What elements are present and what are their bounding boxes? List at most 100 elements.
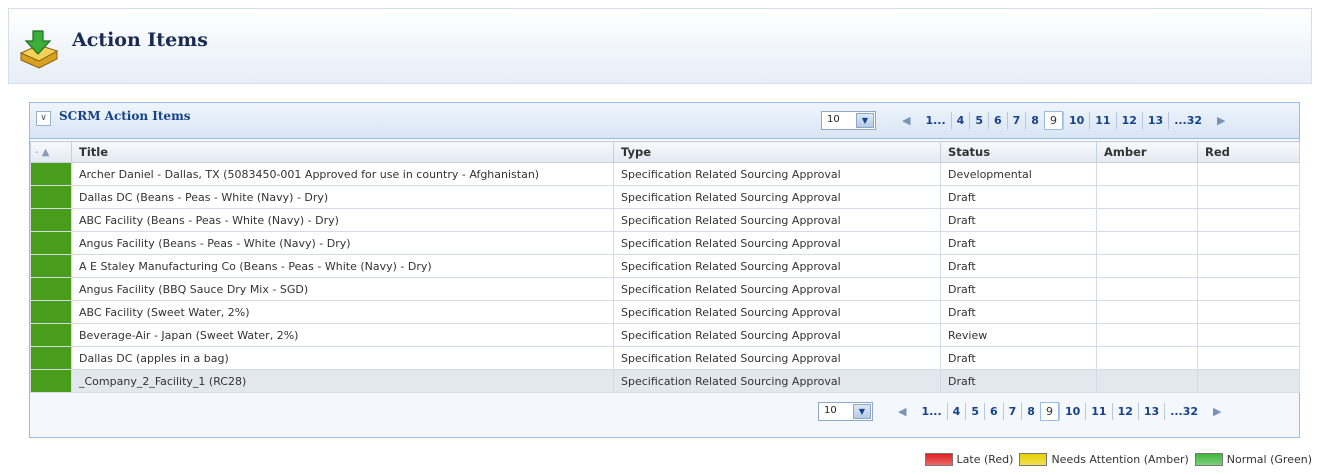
cell-title[interactable]: ABC Facility (Sweet Water, 2%): [71, 300, 614, 324]
table-row[interactable]: ABC Facility (Beans - Peas - White (Navy…: [30, 208, 1300, 232]
table-row[interactable]: Dallas DC (apples in a bag) Specification…: [30, 346, 1300, 370]
page-link[interactable]: 6: [983, 403, 1003, 420]
page-link[interactable]: 7: [1006, 112, 1026, 129]
page-link[interactable]: ...32: [1168, 112, 1207, 129]
cell-amber: [1096, 254, 1198, 278]
chevron-down-icon[interactable]: ▼: [853, 404, 871, 419]
cell-title[interactable]: Angus Facility (Beans - Peas - White (Na…: [71, 231, 614, 255]
indicator-bar: [31, 232, 71, 254]
page-link[interactable]: 5: [969, 112, 988, 129]
indicator-bar: [31, 255, 71, 277]
cell-title[interactable]: Angus Facility (BBQ Sauce Dry Mix - SGD): [71, 277, 614, 301]
table-row[interactable]: Archer Daniel - Dallas, TX (5083450-001 …: [30, 162, 1300, 186]
pager-top: ◀ 1... 4 5 6 7 8 9 10 11 12 13 ...32 ▶: [892, 111, 1236, 130]
page-link[interactable]: 8: [1025, 112, 1044, 129]
indicator-bar: [31, 370, 71, 392]
cell-red: [1197, 162, 1300, 186]
page-link[interactable]: 4: [950, 112, 970, 129]
page-link[interactable]: 13: [1141, 112, 1168, 129]
prev-page-icon[interactable]: ◀: [892, 114, 920, 127]
status-indicator: [30, 300, 72, 324]
table-row[interactable]: ABC Facility (Sweet Water, 2%) Specificat…: [30, 300, 1300, 324]
collapse-toggle-icon[interactable]: ∨: [36, 111, 51, 126]
download-box-icon: [19, 30, 59, 69]
page-link[interactable]: 5: [965, 403, 984, 420]
page-link[interactable]: 13: [1137, 403, 1164, 420]
cell-title[interactable]: _Company_2_Facility_1 (RC28): [71, 369, 614, 393]
legend-label: Normal (Green): [1226, 453, 1312, 466]
panel-title: SCRM Action Items: [59, 109, 191, 123]
cell-amber: [1096, 231, 1198, 255]
cell-title[interactable]: A E Staley Manufacturing Co (Beans - Pea…: [71, 254, 614, 278]
page-link[interactable]: 6: [987, 112, 1007, 129]
page-link[interactable]: 11: [1089, 112, 1115, 129]
page-link[interactable]: 1...: [920, 112, 950, 129]
page-size-select-bottom[interactable]: 10 ▼: [818, 402, 873, 421]
page-link[interactable]: 8: [1021, 403, 1040, 420]
cell-title[interactable]: ABC Facility (Beans - Peas - White (Navy…: [71, 208, 614, 232]
cell-status: Draft: [940, 300, 1097, 324]
table-row[interactable]: Beverage-Air - Japan (Sweet Water, 2%) Sp…: [30, 323, 1300, 347]
chevron-down-icon[interactable]: ▼: [856, 113, 874, 128]
indicator-bar: [31, 347, 71, 369]
page-link[interactable]: ...32: [1164, 403, 1203, 420]
sort-column-header[interactable]: - ▲: [30, 141, 72, 163]
cell-status: Draft: [940, 208, 1097, 232]
red-column-header[interactable]: Red: [1197, 141, 1300, 163]
cell-title[interactable]: Beverage-Air - Japan (Sweet Water, 2%): [71, 323, 614, 347]
cell-red: [1197, 323, 1300, 347]
cell-title[interactable]: Archer Daniel - Dallas, TX (5083450-001 …: [71, 162, 614, 186]
table-row[interactable]: _Company_2_Facility_1 (RC28) Specificatio…: [30, 369, 1300, 393]
page-link[interactable]: 9: [1043, 111, 1063, 130]
cell-title[interactable]: Dallas DC (apples in a bag): [71, 346, 614, 370]
status-indicator: [30, 277, 72, 301]
type-column-header[interactable]: Type: [613, 141, 941, 163]
cell-amber: [1096, 323, 1198, 347]
page-link[interactable]: 4: [946, 403, 966, 420]
page-title: Action Items: [72, 29, 208, 51]
table-header-row: - ▲ Title Type Status Amber Red: [30, 141, 1300, 163]
cell-title[interactable]: Dallas DC (Beans - Peas - White (Navy) -…: [71, 185, 614, 209]
status-legend: Late (Red) Needs Attention (Amber) Normal …: [919, 453, 1312, 466]
indicator-bar: [31, 301, 71, 323]
cell-amber: [1096, 369, 1198, 393]
page-size-select[interactable]: 10 ▼: [821, 111, 876, 130]
cell-amber: [1096, 208, 1198, 232]
table-row[interactable]: Dallas DC (Beans - Peas - White (Navy) -…: [30, 185, 1300, 209]
page-size-value: 10: [827, 114, 840, 125]
legend-swatch: [1019, 453, 1048, 466]
table-row[interactable]: Angus Facility (Beans - Peas - White (Na…: [30, 231, 1300, 255]
cell-status: Developmental: [940, 162, 1097, 186]
cell-red: [1197, 277, 1300, 301]
cell-status: Draft: [940, 185, 1097, 209]
panel-toolbar: ∨ SCRM Action Items 10 ▼ ◀ 1... 4 5 6 7 8 9 10 11…: [30, 103, 1299, 139]
cell-type: Specification Related Sourcing Approval: [613, 208, 941, 232]
cell-status: Review: [940, 323, 1097, 347]
page-link[interactable]: 10: [1062, 112, 1089, 129]
page-link[interactable]: 1...: [916, 403, 946, 420]
page-link[interactable]: 9: [1039, 402, 1059, 421]
next-page-icon[interactable]: ▶: [1207, 114, 1235, 127]
cell-type: Specification Related Sourcing Approval: [613, 369, 941, 393]
status-column-header[interactable]: Status: [940, 141, 1097, 163]
prev-page-icon[interactable]: ◀: [888, 405, 916, 418]
page-link[interactable]: 12: [1115, 112, 1142, 129]
title-column-header[interactable]: Title: [71, 141, 614, 163]
page-link[interactable]: 10: [1058, 403, 1085, 420]
status-indicator: [30, 208, 72, 232]
page-link[interactable]: 7: [1002, 403, 1022, 420]
page-link[interactable]: 12: [1111, 403, 1138, 420]
cell-red: [1197, 231, 1300, 255]
table-row[interactable]: A E Staley Manufacturing Co (Beans - Pea…: [30, 254, 1300, 278]
status-indicator: [30, 162, 72, 186]
amber-column-header[interactable]: Amber: [1096, 141, 1198, 163]
cell-type: Specification Related Sourcing Approval: [613, 185, 941, 209]
legend-label: Needs Attention (Amber): [1051, 453, 1189, 466]
indicator-bar: [31, 278, 71, 300]
legend-swatch: [924, 453, 953, 466]
status-indicator: [30, 231, 72, 255]
page-link[interactable]: 11: [1085, 403, 1111, 420]
page: Action Items ∨ SCRM Action Items 10 ▼ ◀ 1…: [0, 0, 1320, 475]
next-page-icon[interactable]: ▶: [1203, 405, 1231, 418]
table-row[interactable]: Angus Facility (BBQ Sauce Dry Mix - SGD)…: [30, 277, 1300, 301]
